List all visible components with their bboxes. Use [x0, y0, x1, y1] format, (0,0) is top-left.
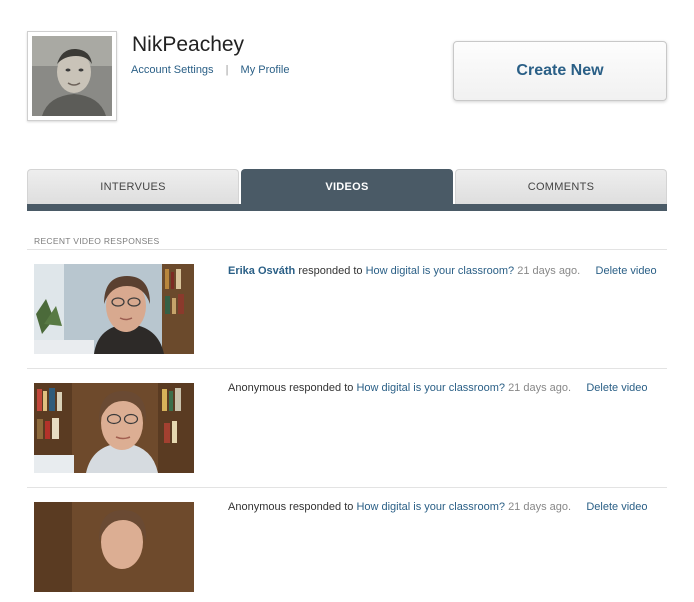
question-link[interactable]: How digital is your classroom? — [356, 501, 505, 513]
response-time: 21 days ago. — [508, 501, 572, 513]
profile-links: Account Settings | My Profile — [131, 64, 289, 76]
tab-videos[interactable]: VIDEOS — [241, 169, 453, 204]
response-description: Erika Osváth responded to How digital is… — [228, 264, 658, 278]
response-verb: responded to — [289, 501, 354, 513]
delete-video-link[interactable]: Delete video — [596, 265, 657, 277]
create-new-button[interactable]: Create New — [453, 41, 667, 101]
tab-underline-bar — [27, 204, 667, 211]
question-link[interactable]: How digital is your classroom? — [366, 265, 515, 277]
responder-link[interactable]: Erika Osváth — [228, 265, 295, 277]
response-verb: responded to — [289, 382, 354, 394]
divider — [27, 487, 667, 488]
video-thumbnail[interactable] — [34, 383, 194, 473]
question-link[interactable]: How digital is your classroom? — [356, 382, 505, 394]
list-item: Anonymous responded to How digital is yo… — [27, 381, 667, 483]
profile-username: NikPeachey — [132, 33, 245, 56]
my-profile-link[interactable]: My Profile — [241, 64, 290, 76]
response-time: 21 days ago. — [508, 382, 572, 394]
tab-intervues[interactable]: INTERVUES — [27, 169, 239, 204]
response-description: Anonymous responded to How digital is yo… — [228, 381, 658, 395]
response-description: Anonymous responded to How digital is yo… — [228, 500, 658, 514]
delete-video-link[interactable]: Delete video — [586, 382, 647, 394]
profile-avatar — [27, 31, 117, 121]
responder-name: Anonymous — [228, 382, 287, 394]
video-thumbnail[interactable] — [34, 264, 194, 354]
avatar-photo — [32, 36, 112, 116]
account-settings-link[interactable]: Account Settings — [131, 64, 214, 76]
link-separator: | — [225, 64, 229, 76]
response-verb: responded to — [298, 265, 363, 277]
list-item: Erika Osváth responded to How digital is… — [27, 264, 667, 364]
video-thumbnail[interactable] — [34, 502, 194, 592]
list-item: Anonymous responded to How digital is yo… — [27, 500, 667, 602]
divider — [27, 368, 667, 369]
responder-name: Anonymous — [228, 501, 287, 513]
section-title: RECENT VIDEO RESPONSES — [34, 236, 160, 246]
delete-video-link[interactable]: Delete video — [586, 501, 647, 513]
tab-comments[interactable]: COMMENTS — [455, 169, 667, 204]
response-time: 21 days ago. — [517, 265, 581, 277]
content-tabs: INTERVUES VIDEOS COMMENTS — [27, 169, 667, 204]
divider — [27, 249, 667, 250]
